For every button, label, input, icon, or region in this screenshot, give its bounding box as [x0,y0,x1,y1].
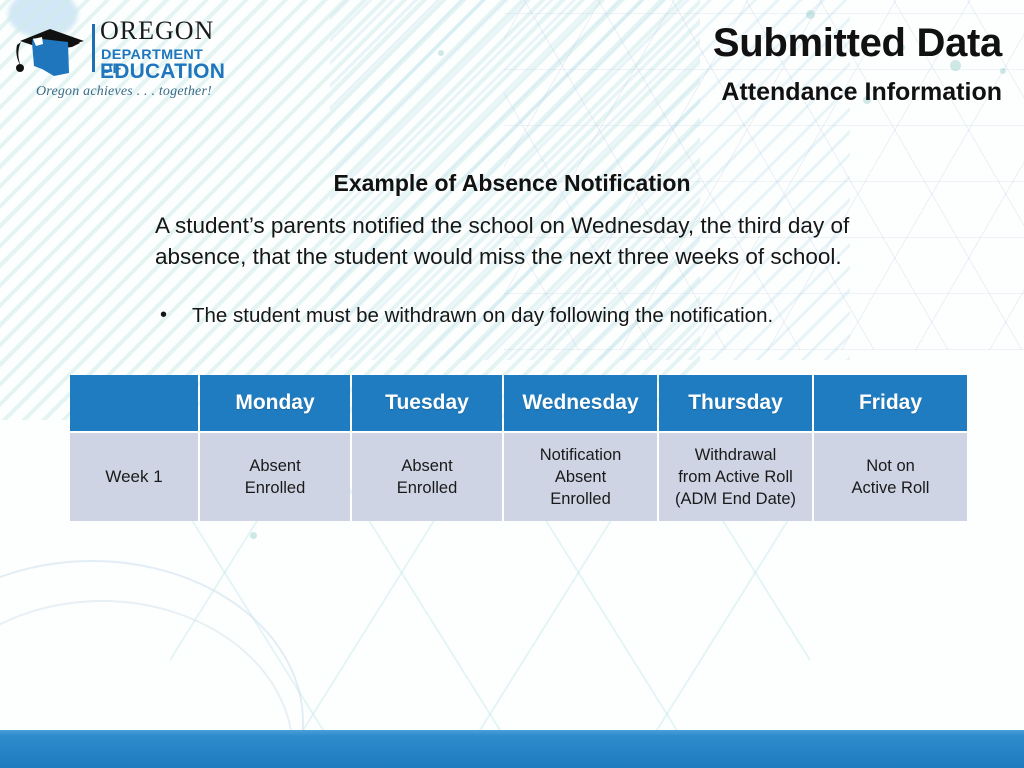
cell-line: Enrolled [244,479,306,497]
page-title: Submitted Data [712,21,1002,65]
cell-line: Not on [866,457,915,475]
attendance-schedule-table: Monday Tuesday Wednesday Thursday Friday… [70,375,967,521]
table-cell-wednesday: Notification Absent Enrolled [504,433,657,521]
cell-line: Absent [554,468,607,486]
logo-org-name: OREGON [100,16,215,45]
section-heading: Example of Absence Notification [333,170,691,196]
table-header-cell-tuesday: Tuesday [352,375,502,431]
table-header-cell-wednesday: Wednesday [504,375,657,431]
oregon-department-of-education-logo: OREGON DEPARTMENT OF EDUCATION Oregon ac… [12,18,225,102]
cell-line: Enrolled [550,490,611,508]
cell-line: Absent [401,457,453,475]
table-cell-tuesday: Absent Enrolled [352,433,502,521]
background-dot [438,50,444,56]
graduation-cap-oregon-state-icon [12,24,90,76]
cell-line: Withdrawal [694,446,777,464]
table-header-cell-blank [70,375,198,431]
page-subtitle: Attendance Information [721,78,1002,106]
logo-divider [92,24,95,72]
table-header-row: Monday Tuesday Wednesday Thursday Friday [70,375,967,431]
table-header-cell-monday: Monday [200,375,350,431]
background-dot [806,10,815,19]
cell-line: Active Roll [851,479,930,497]
table-cell-monday: Absent Enrolled [200,433,350,521]
table-header-cell-thursday: Thursday [659,375,812,431]
bullet-text: The student must be withdrawn on day fol… [192,304,774,327]
background-dot [1000,68,1006,74]
cell-line: (ADM End Date) [674,490,797,508]
slide: OREGON DEPARTMENT OF EDUCATION Oregon ac… [0,0,1024,768]
table-cell-friday: Not on Active Roll [814,433,967,521]
bullet-marker-icon: • [160,304,168,326]
table-row: Week 1 Absent Enrolled Absent Enrolled N… [70,433,967,521]
body-paragraph: A student’s parents notified the school … [155,213,850,269]
table-row-label: Week 1 [70,433,198,521]
logo-tagline: Oregon achieves . . . together! [36,84,212,99]
cell-line: Absent [249,457,301,475]
cell-line: Notification [539,446,622,464]
background-dot [250,532,257,539]
cell-line: from Active Roll [678,468,793,486]
cell-line: Enrolled [396,479,458,497]
logo-education-line: EDUCATION [100,60,226,83]
table-cell-thursday: Withdrawal from Active Roll (ADM End Dat… [659,433,812,521]
footer-accent-bar [0,730,1024,768]
table-header-cell-friday: Friday [814,375,967,431]
bullet-list-item: • The student must be withdrawn on day f… [160,302,950,330]
